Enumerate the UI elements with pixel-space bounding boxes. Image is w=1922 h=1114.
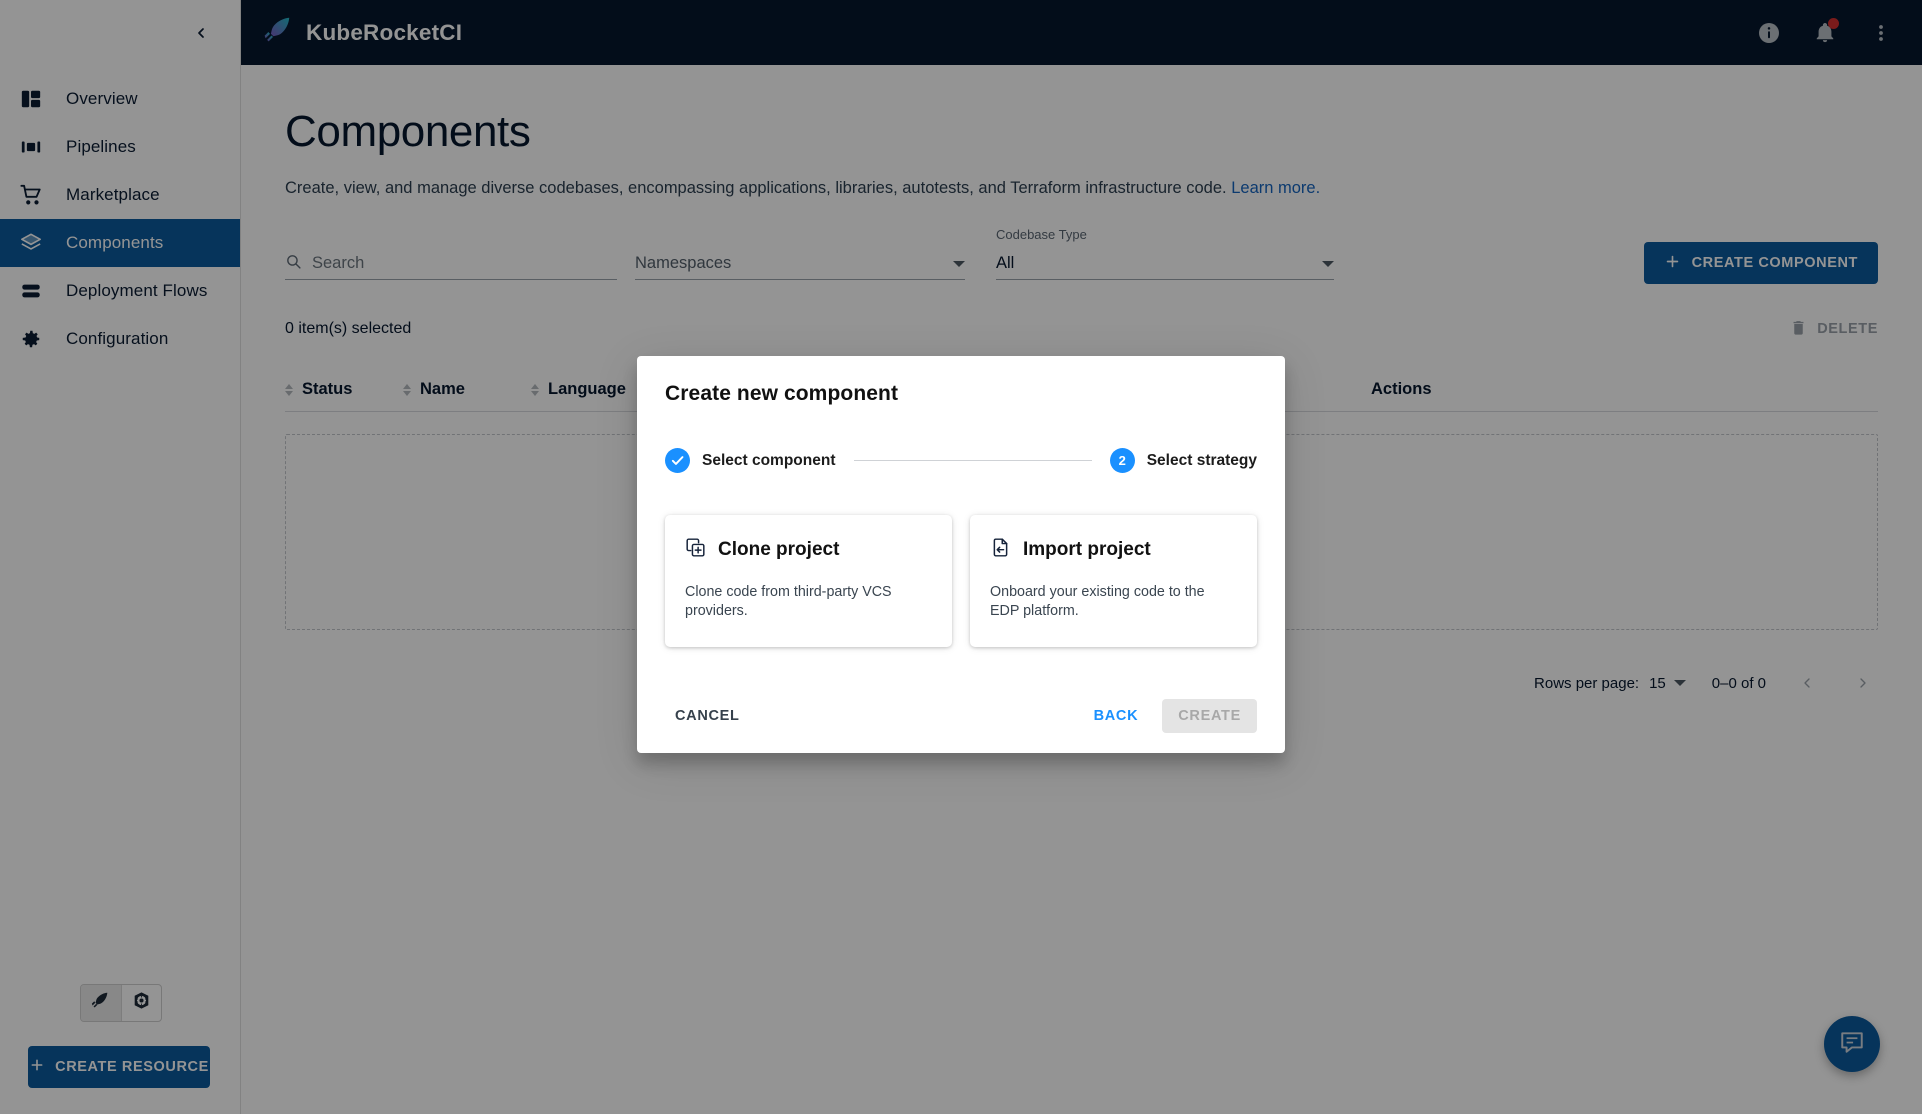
card-description: Onboard your existing code to the EDP pl… xyxy=(990,583,1237,621)
card-title: Import project xyxy=(1023,539,1151,561)
card-description: Clone code from third-party VCS provider… xyxy=(685,583,932,621)
strategy-card-clone-project[interactable]: Clone project Clone code from third-part… xyxy=(665,515,952,647)
wizard-stepper: Select component 2 Select strategy xyxy=(665,448,1257,473)
card-header: Import project xyxy=(990,537,1237,563)
step-label: Select strategy xyxy=(1147,452,1257,470)
app-root: Overview Pipelines Marketplace Component… xyxy=(0,0,1922,1114)
step-select-component[interactable]: Select component xyxy=(665,448,836,473)
file-import-icon xyxy=(990,537,1011,563)
step-number: 2 xyxy=(1110,448,1135,473)
step-label: Select component xyxy=(702,452,836,470)
dialog-title: Create new component xyxy=(665,382,1257,406)
create-button: CREATE xyxy=(1162,699,1257,733)
dialog-footer: CANCEL BACK CREATE xyxy=(665,679,1257,753)
check-icon xyxy=(665,448,690,473)
stepper-connector xyxy=(854,460,1092,461)
cancel-button[interactable]: CANCEL xyxy=(665,699,750,733)
strategy-cards: Clone project Clone code from third-part… xyxy=(665,515,1257,647)
create-component-dialog: Create new component Select component 2 … xyxy=(637,356,1285,753)
strategy-card-import-project[interactable]: Import project Onboard your existing cod… xyxy=(970,515,1257,647)
card-title: Clone project xyxy=(718,539,839,561)
step-select-strategy[interactable]: 2 Select strategy xyxy=(1110,448,1257,473)
card-header: Clone project xyxy=(685,537,932,563)
copy-plus-icon xyxy=(685,537,706,563)
back-button[interactable]: BACK xyxy=(1084,699,1149,733)
